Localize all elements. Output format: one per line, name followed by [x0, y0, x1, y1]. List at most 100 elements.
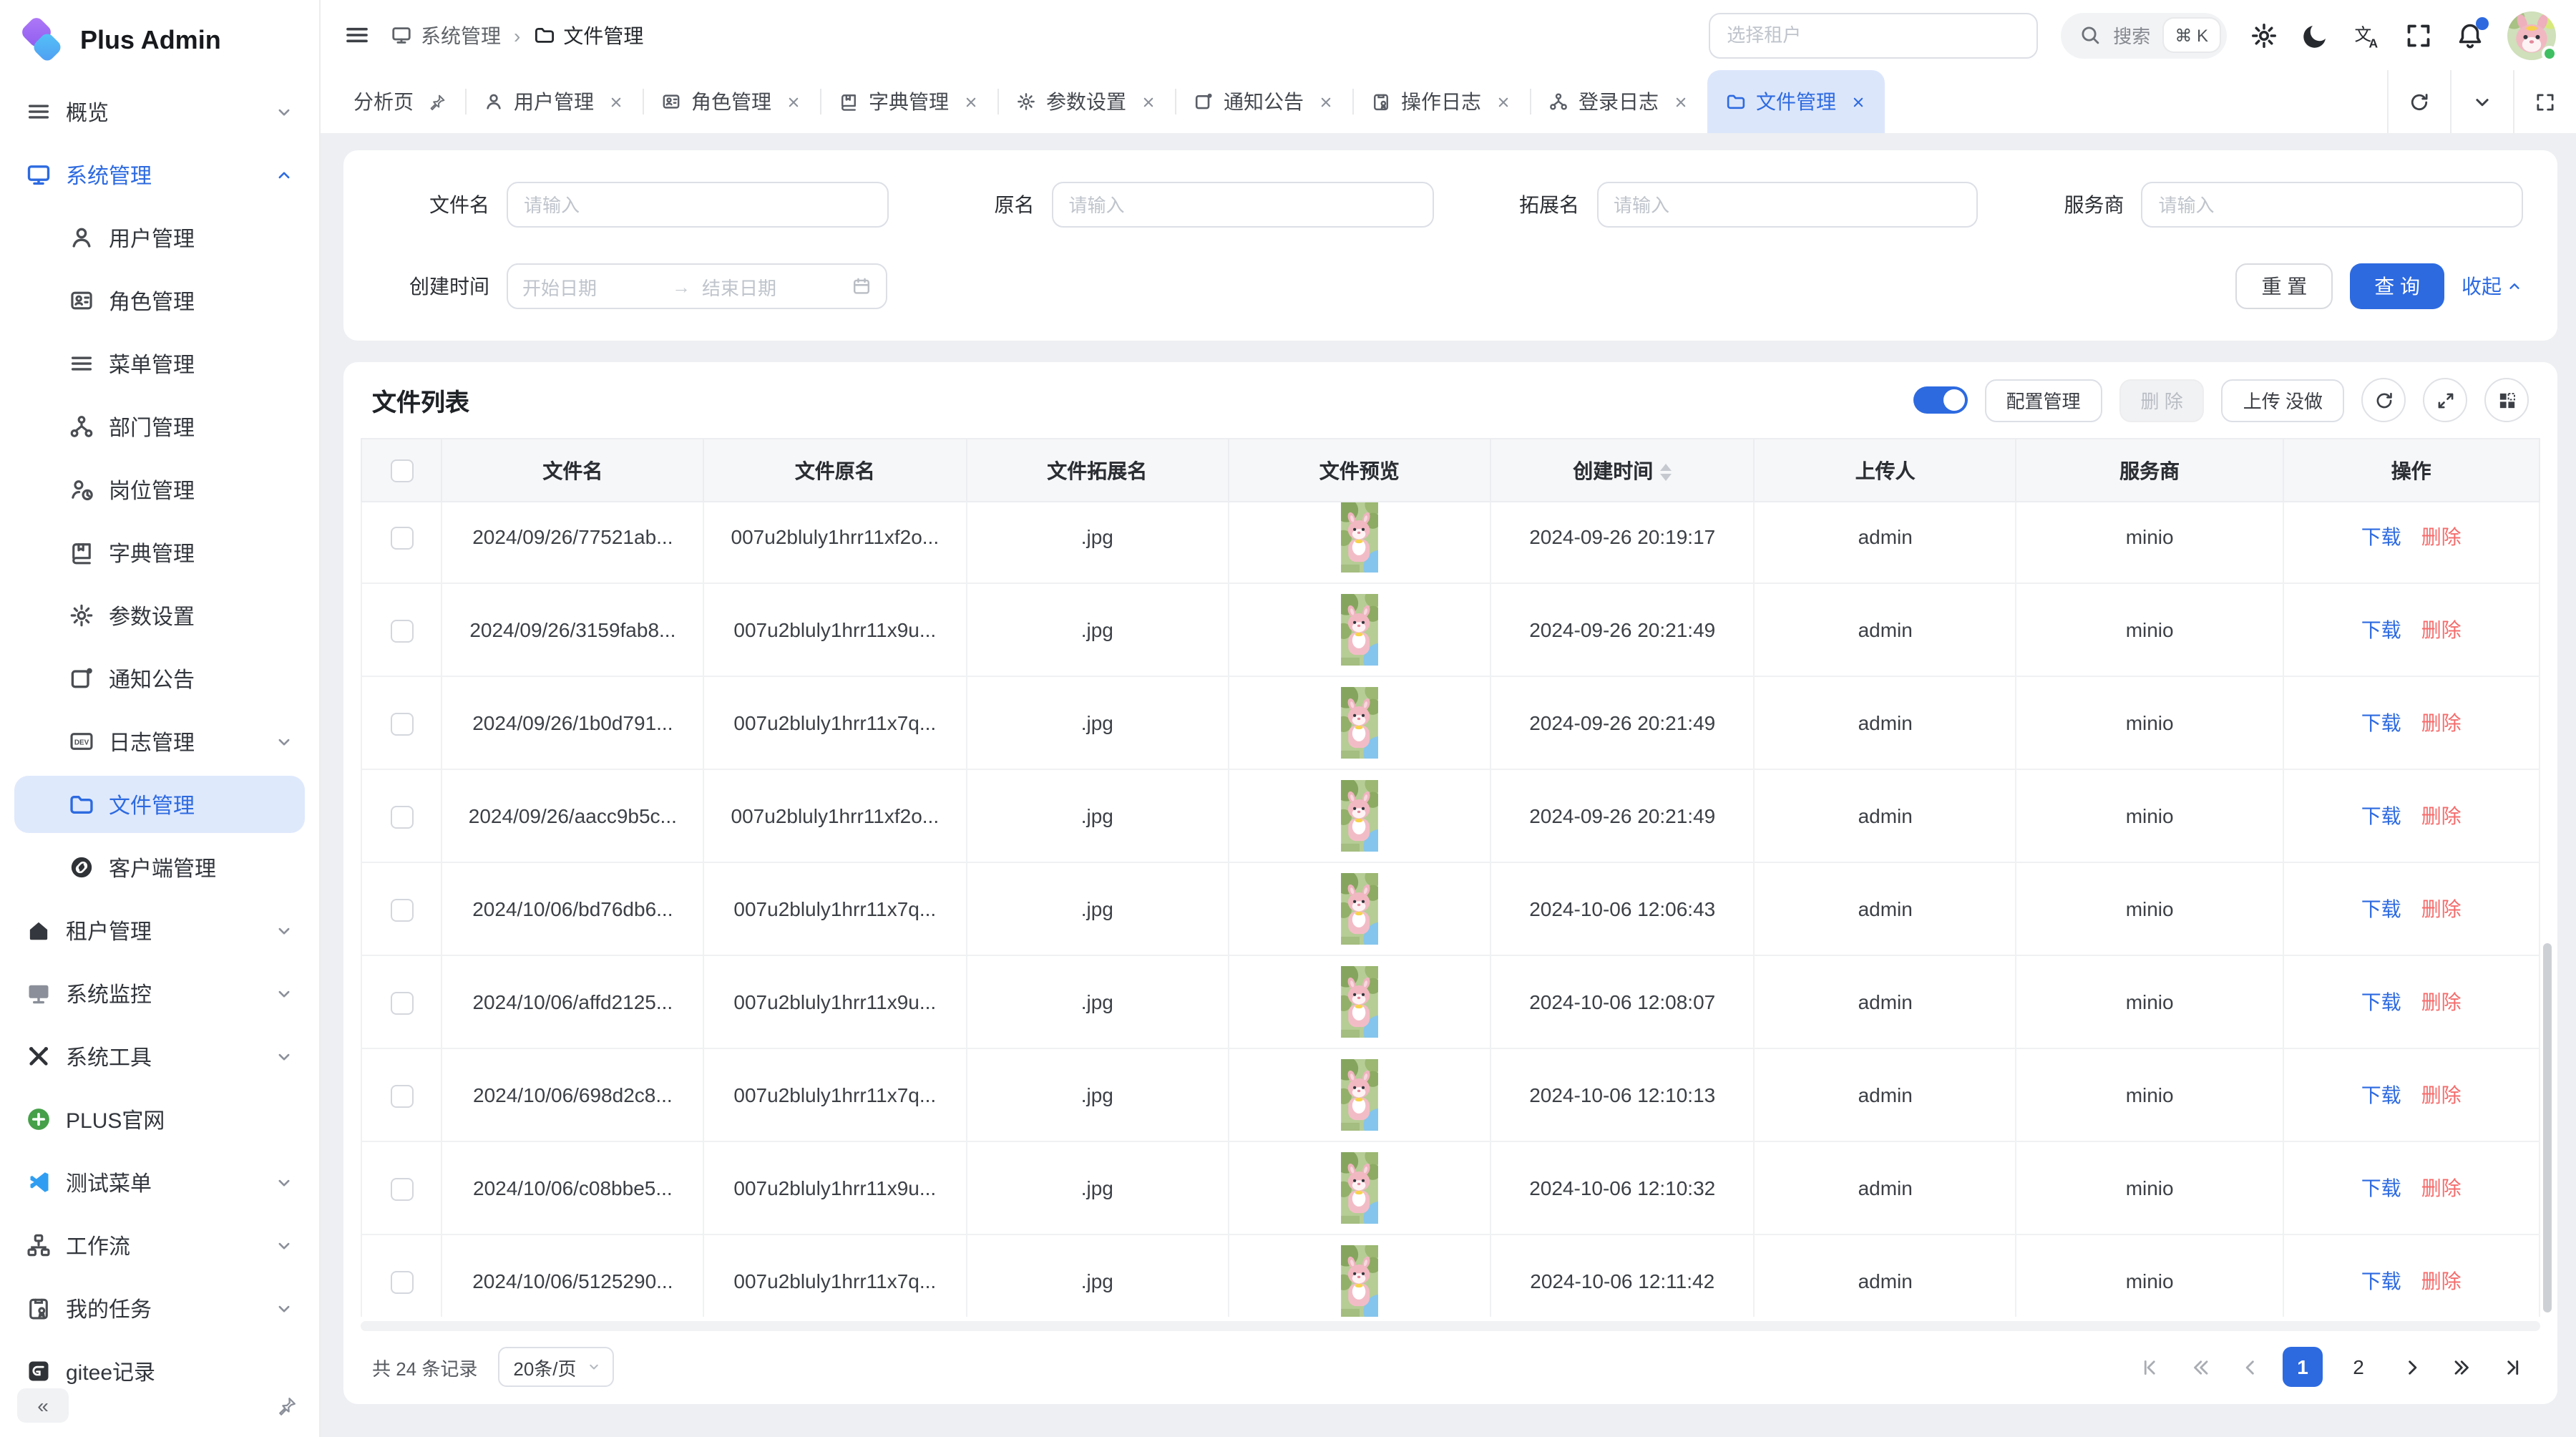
- file-preview-thumbnail[interactable]: [1341, 780, 1378, 852]
- sidebar-item-clients[interactable]: 客户端管理: [14, 839, 305, 896]
- notifications-bell[interactable]: [2456, 21, 2484, 49]
- sidebar-item-notices[interactable]: 通知公告: [14, 650, 305, 707]
- sidebar-item-plus-site[interactable]: PLUS官网: [14, 1091, 305, 1148]
- close-icon[interactable]: [1850, 94, 1866, 109]
- provider-input[interactable]: [2142, 182, 2524, 228]
- download-link[interactable]: 下载: [2361, 618, 2401, 641]
- prev-page-button[interactable]: [2233, 1350, 2267, 1385]
- row-checkbox[interactable]: [390, 1271, 413, 1294]
- page-number-1[interactable]: 1: [2283, 1348, 2323, 1388]
- table-fullscreen-button[interactable]: [2423, 378, 2467, 422]
- close-icon[interactable]: [1318, 94, 1334, 109]
- app-logo[interactable]: Plus Admin: [0, 0, 319, 80]
- delete-link[interactable]: 删除: [2421, 1083, 2462, 1106]
- column-settings-button[interactable]: [2484, 378, 2529, 422]
- sidebar-item-menus[interactable]: 菜单管理: [14, 335, 305, 392]
- file-preview-thumbnail[interactable]: [1341, 1152, 1378, 1224]
- config-management-button[interactable]: 配置管理: [1984, 379, 2102, 422]
- row-checkbox[interactable]: [390, 1178, 413, 1201]
- sidebar-item-system[interactable]: 系统管理: [14, 146, 305, 203]
- tab-params[interactable]: 参数设置: [997, 70, 1175, 133]
- settings-gear-icon[interactable]: [2250, 21, 2278, 49]
- tab-file-management[interactable]: 文件管理: [1707, 70, 1885, 133]
- tab-notices[interactable]: 通知公告: [1175, 70, 1352, 133]
- reset-button[interactable]: 重 置: [2235, 263, 2333, 309]
- row-checkbox[interactable]: [390, 527, 413, 550]
- close-icon[interactable]: [786, 94, 801, 109]
- file-name-input[interactable]: [507, 182, 889, 228]
- delete-button[interactable]: 删 除: [2119, 379, 2205, 422]
- download-link[interactable]: 下载: [2361, 897, 2401, 920]
- file-preview-thumbnail[interactable]: [1341, 966, 1378, 1038]
- first-page-button[interactable]: [2132, 1350, 2167, 1385]
- file-preview-thumbnail[interactable]: [1341, 1059, 1378, 1131]
- tab-dict[interactable]: 字典管理: [820, 70, 997, 133]
- sidebar-item-posts[interactable]: 岗位管理: [14, 461, 305, 518]
- sidebar-item-dict[interactable]: 字典管理: [14, 524, 305, 581]
- sidebar-item-overview[interactable]: 概览: [14, 83, 305, 140]
- hamburger-icon[interactable]: [343, 21, 371, 49]
- translate-icon[interactable]: [2353, 21, 2381, 49]
- dark-mode-moon-icon[interactable]: [2301, 21, 2330, 49]
- sidebar-item-params[interactable]: 参数设置: [14, 587, 305, 644]
- close-icon[interactable]: [1673, 94, 1689, 109]
- sidebar-item-tools[interactable]: 系统工具: [14, 1028, 305, 1085]
- sidebar-item-departments[interactable]: 部门管理: [14, 398, 305, 455]
- user-avatar[interactable]: [2507, 11, 2556, 59]
- sidebar-item-my-tasks[interactable]: 我的任务: [14, 1280, 305, 1337]
- column-created[interactable]: 创建时间: [1491, 439, 1754, 502]
- sidebar-item-monitor[interactable]: 系统监控: [14, 965, 305, 1022]
- file-preview-thumbnail[interactable]: [1341, 594, 1378, 666]
- sidebar-item-workflow[interactable]: 工作流: [14, 1217, 305, 1274]
- close-icon[interactable]: [608, 94, 624, 109]
- sort-carets-icon[interactable]: [1660, 464, 1672, 481]
- refresh-table-button[interactable]: [2361, 378, 2406, 422]
- tenant-select-input[interactable]: [1708, 12, 2037, 58]
- global-search[interactable]: 搜索 ⌘ K: [2060, 12, 2227, 58]
- extension-input[interactable]: [1596, 182, 1979, 228]
- date-range-picker[interactable]: 开始日期 → 结束日期: [507, 263, 887, 309]
- row-checkbox[interactable]: [390, 1085, 413, 1108]
- row-checkbox[interactable]: [390, 806, 413, 829]
- upload-button[interactable]: 上传 没做: [2222, 379, 2344, 422]
- refresh-tab-button[interactable]: [2387, 70, 2450, 133]
- sidebar-item-tenant[interactable]: 租户管理: [14, 902, 305, 959]
- close-icon[interactable]: [1141, 94, 1156, 109]
- query-button[interactable]: 查 询: [2350, 263, 2444, 309]
- delete-link[interactable]: 删除: [2421, 711, 2462, 734]
- horizontal-scrollbar[interactable]: [361, 1321, 2540, 1331]
- vertical-scrollbar-thumb[interactable]: [2543, 943, 2552, 1312]
- file-preview-thumbnail[interactable]: [1341, 1245, 1378, 1316]
- tab-users[interactable]: 用户管理: [465, 70, 643, 133]
- page-number-2[interactable]: 2: [2338, 1348, 2379, 1388]
- row-checkbox[interactable]: [390, 713, 413, 736]
- sidebar-item-users[interactable]: 用户管理: [14, 209, 305, 266]
- collapse-filters-link[interactable]: 收起: [2462, 272, 2523, 301]
- row-checkbox[interactable]: [390, 899, 413, 922]
- tab-operation-log[interactable]: 操作日志: [1352, 70, 1530, 133]
- search-toggle[interactable]: [1913, 386, 1967, 414]
- download-link[interactable]: 下载: [2361, 804, 2401, 827]
- fullscreen-icon[interactable]: [2404, 21, 2433, 49]
- delete-link[interactable]: 删除: [2421, 525, 2462, 548]
- sidebar-item-test-menu[interactable]: 测试菜单: [14, 1154, 305, 1211]
- delete-link[interactable]: 删除: [2421, 897, 2462, 920]
- sidebar-item-logs[interactable]: 日志管理: [14, 713, 305, 770]
- tab-roles[interactable]: 角色管理: [643, 70, 820, 133]
- download-link[interactable]: 下载: [2361, 525, 2401, 548]
- download-link[interactable]: 下载: [2361, 990, 2401, 1013]
- delete-link[interactable]: 删除: [2421, 804, 2462, 827]
- file-preview-thumbnail[interactable]: [1341, 502, 1378, 573]
- last-page-button[interactable]: [2494, 1350, 2529, 1385]
- next-page-button[interactable]: [2394, 1350, 2429, 1385]
- origin-name-input[interactable]: [1052, 182, 1434, 228]
- download-link[interactable]: 下载: [2361, 711, 2401, 734]
- close-icon[interactable]: [963, 94, 979, 109]
- close-icon[interactable]: [1496, 94, 1511, 109]
- table-body[interactable]: 2024/09/26/77521ab... 007u2bluly1hrr11xf…: [343, 502, 2557, 1316]
- sidebar-item-files[interactable]: 文件管理: [14, 776, 305, 833]
- delete-link[interactable]: 删除: [2421, 1270, 2462, 1292]
- sidebar-item-roles[interactable]: 角色管理: [14, 272, 305, 329]
- row-checkbox[interactable]: [390, 992, 413, 1015]
- file-preview-thumbnail[interactable]: [1341, 687, 1378, 759]
